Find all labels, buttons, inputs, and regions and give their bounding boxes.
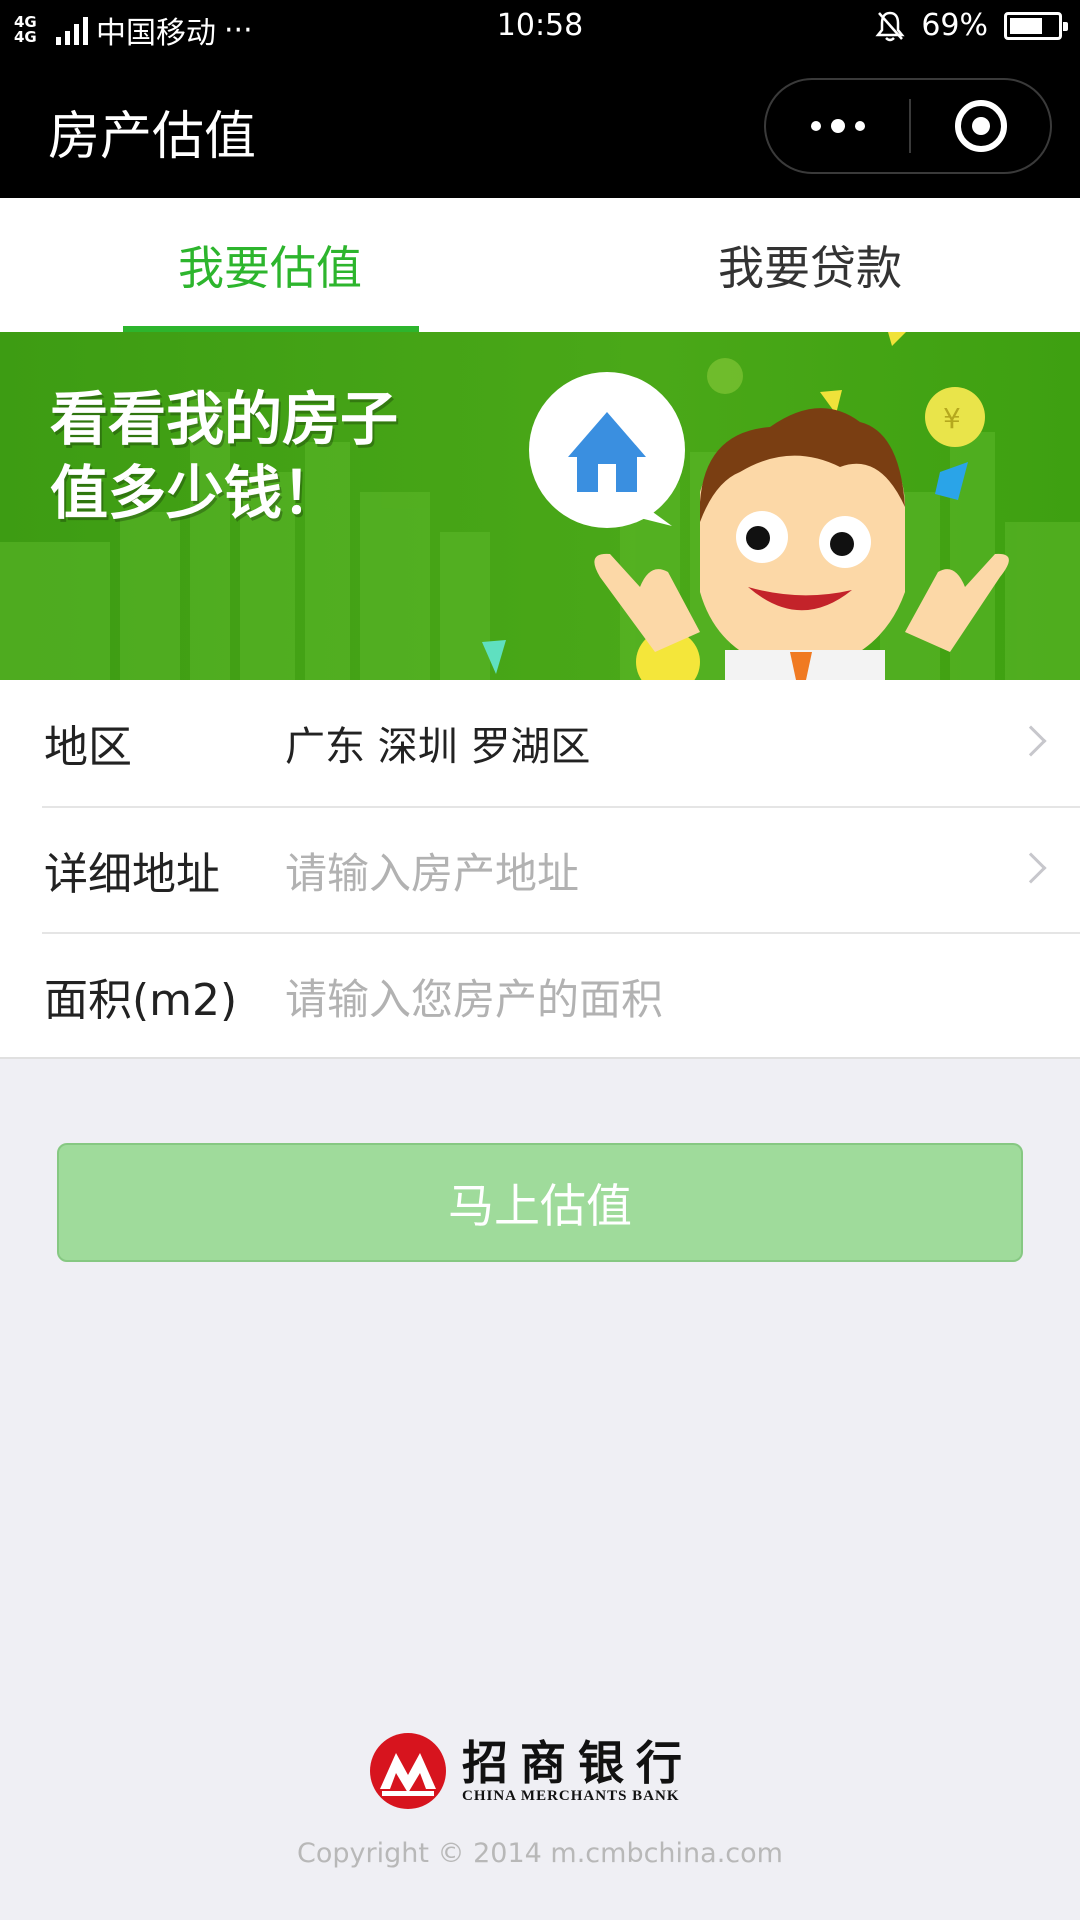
more-menu-button[interactable] xyxy=(766,80,909,172)
dot-icon xyxy=(830,119,845,133)
area-label: 面积(m2) xyxy=(44,975,238,1026)
valuate-now-button[interactable]: 马上估值 xyxy=(57,1143,1023,1262)
chevron-right-icon xyxy=(1015,725,1047,757)
target-circle-icon xyxy=(954,100,1007,152)
tab-valuation[interactable]: 我要估值 xyxy=(0,198,540,332)
page-title: 房产估值 xyxy=(48,107,257,167)
region-label: 地区 xyxy=(44,722,132,773)
battery-icon xyxy=(1004,11,1068,40)
bank-name-cn: 招商银行 xyxy=(462,1735,694,1790)
dot-icon xyxy=(810,121,821,131)
region-row[interactable]: 地区 广东 深圳 罗湖区 xyxy=(0,680,1080,806)
svg-text:¥: ¥ xyxy=(943,402,961,435)
title-bar: 房产估值 xyxy=(0,56,1080,198)
region-value[interactable]: 广东 深圳 罗湖区 xyxy=(285,714,590,772)
tab-loan[interactable]: 我要贷款 xyxy=(540,198,1080,332)
banner-line-2: 值多少钱！ xyxy=(50,459,341,527)
bank-name-en: CHINA MERCHANTS BANK xyxy=(462,1787,680,1804)
mute-bell-icon xyxy=(875,11,905,41)
banner-line-1: 看看我的房子 xyxy=(50,385,399,453)
dot-icon xyxy=(854,121,865,131)
copyright-text: Copyright © 2014 m.cmbchina.com xyxy=(297,1838,783,1869)
valuation-form: 地区 广东 深圳 罗湖区 详细地址 请输入房产地址 面积(m2) 请输入您房产的… xyxy=(0,680,1080,1058)
cmb-logo-icon xyxy=(370,1733,446,1809)
tab-bar: 我要估值 我要贷款 xyxy=(0,198,1080,332)
area-input[interactable]: 请输入您房产的面积 xyxy=(285,966,663,1027)
area-row: 面积(m2) 请输入您房产的面积 xyxy=(0,933,1080,1059)
promo-banner: ¥ 看看我的房子 值多少钱！ xyxy=(0,332,1080,680)
miniprogram-capsule xyxy=(764,78,1052,174)
banner-headline: 看看我的房子 值多少钱！ xyxy=(50,382,398,530)
address-label: 详细地址 xyxy=(44,849,220,900)
close-miniprogram-button[interactable] xyxy=(911,80,1050,172)
status-bar: 4G 4G 中国移动 ··· 10:58 69% xyxy=(0,0,1080,56)
chevron-right-icon xyxy=(1015,852,1047,884)
address-input[interactable]: 请输入房产地址 xyxy=(285,840,579,901)
form-bottom-border xyxy=(0,1057,1080,1059)
battery-percent: 69% xyxy=(921,8,988,43)
bank-logo: 招商银行 CHINA MERCHANTS BANK xyxy=(368,1730,714,1812)
address-row[interactable]: 详细地址 请输入房产地址 xyxy=(0,807,1080,933)
